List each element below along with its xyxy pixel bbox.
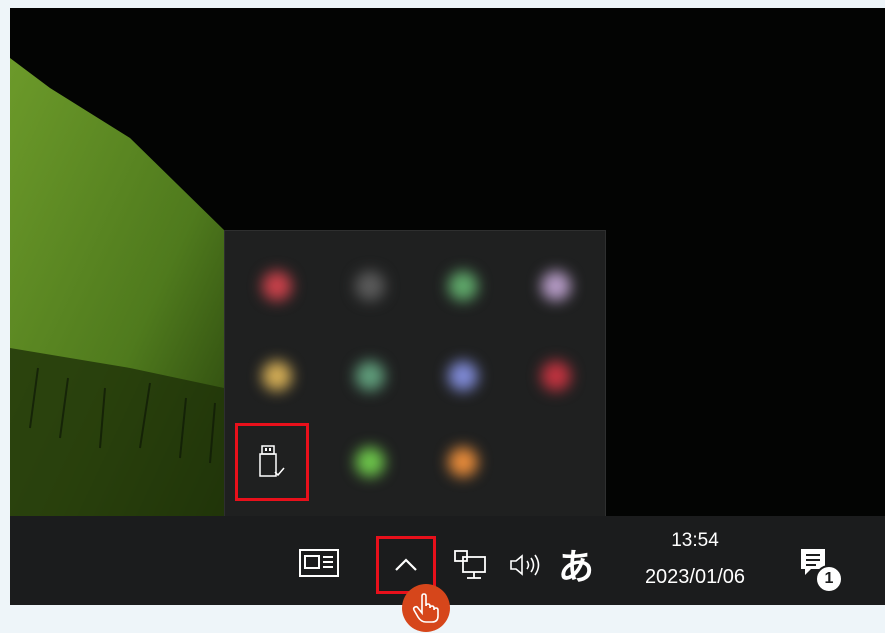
tray-icon-3[interactable] [423, 251, 503, 321]
app-icon [448, 361, 478, 391]
news-and-interests-icon [299, 549, 339, 577]
tray-icon-1[interactable] [237, 251, 317, 321]
notification-count-badge: 1 [815, 565, 843, 593]
usb-safely-remove-button[interactable] [235, 423, 309, 501]
app-icon [541, 271, 571, 301]
volume-button[interactable] [504, 546, 550, 584]
app-icon [262, 271, 292, 301]
network-icon [454, 550, 486, 579]
pointer-cursor-indicator [402, 584, 450, 632]
app-icon [448, 271, 478, 301]
app-icon [262, 361, 292, 391]
app-icon [355, 447, 385, 477]
tray-icon-6[interactable] [330, 341, 410, 411]
app-icon [355, 271, 385, 301]
clock-date[interactable]: 2023/01/06 [620, 566, 770, 589]
volume-icon [510, 554, 540, 576]
tray-icon-10[interactable] [330, 427, 410, 497]
tray-icon-8[interactable] [516, 341, 596, 411]
tray-icon-7[interactable] [423, 341, 503, 411]
usb-safely-remove-icon [259, 445, 285, 477]
tray-icon-2[interactable] [330, 251, 410, 321]
tray-icon-11[interactable] [423, 427, 503, 497]
app-icon [541, 361, 571, 391]
taskbar: あ 13:54 2023/01/06 [10, 516, 885, 605]
ime-mode-indicator[interactable]: あ [558, 538, 594, 590]
hand-pointer-icon [412, 593, 439, 623]
hidden-icons-flyout [224, 230, 606, 518]
app-icon [355, 361, 385, 391]
tray-icon-4[interactable] [516, 251, 596, 321]
network-button[interactable] [450, 546, 492, 584]
desktop-screen: あ 13:54 2023/01/06 [10, 8, 885, 605]
clock-time[interactable]: 13:54 [620, 530, 770, 552]
tray-icon-5[interactable] [237, 341, 317, 411]
app-icon [448, 447, 478, 477]
news-and-interests-button[interactable] [296, 546, 342, 580]
